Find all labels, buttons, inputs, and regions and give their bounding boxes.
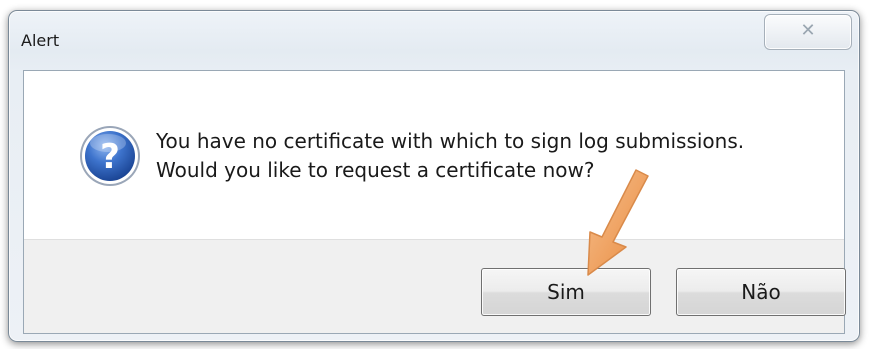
question-icon: ? <box>80 126 140 186</box>
svg-text:?: ? <box>100 137 120 177</box>
yes-button[interactable]: Sim <box>481 268 651 316</box>
alert-dialog-window: Alert ✕ ? You have no certificate with w… <box>8 10 860 342</box>
no-button[interactable]: Não <box>676 268 846 316</box>
screenshot-stage: Alert ✕ ? You have no certificate with w… <box>0 0 869 349</box>
message-line-2: Would you like to request a certificate … <box>156 158 595 182</box>
message-line-1: You have no certificate with which to si… <box>156 129 745 153</box>
dialog-title: Alert <box>21 31 60 50</box>
dialog-message: You have no certificate with which to si… <box>156 127 826 185</box>
close-icon: ✕ <box>800 20 816 41</box>
close-button[interactable]: ✕ <box>764 14 852 50</box>
dialog-content: ? You have no certificate with which to … <box>24 71 844 239</box>
dialog-client-area: ? You have no certificate with which to … <box>23 70 846 334</box>
